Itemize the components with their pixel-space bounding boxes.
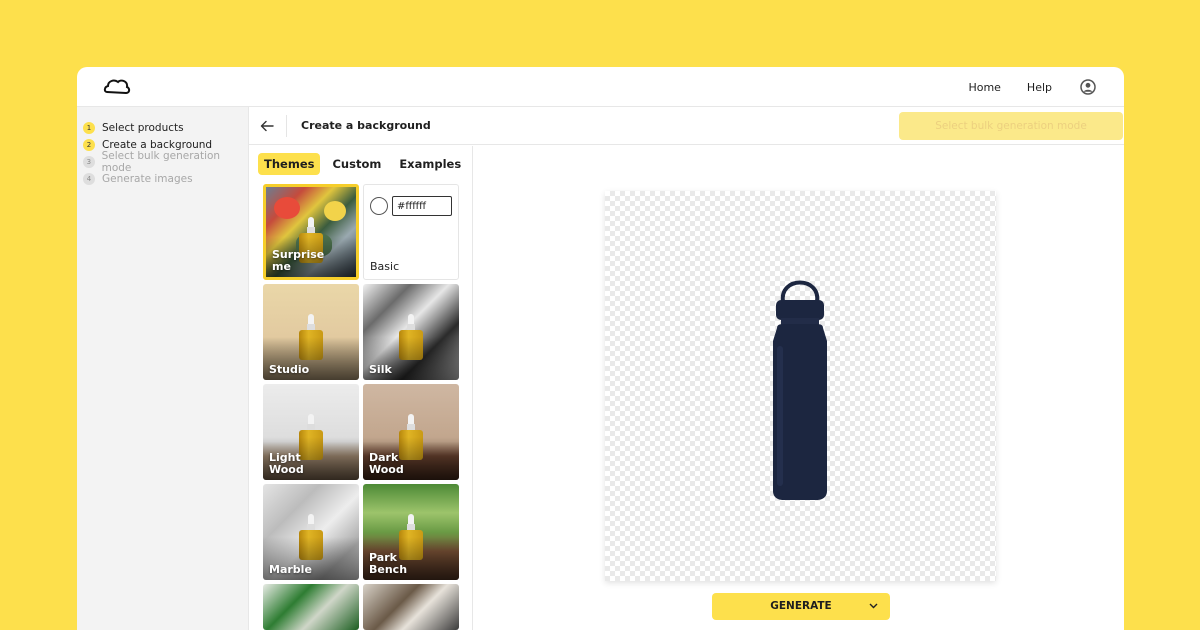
step-number: 3 — [83, 155, 95, 168]
theme-panel: Themes Custom Examples Surprise me Basic — [249, 146, 473, 630]
steps-sidebar: 1 Select products 2 Create a background … — [77, 107, 249, 630]
generate-button[interactable]: GENERATE — [712, 593, 890, 620]
theme-grid: Surprise me Basic Studio Silk Light — [263, 184, 459, 630]
step-number: 4 — [83, 172, 95, 185]
theme-label: Surprise me — [272, 248, 325, 273]
theme-label: Silk — [369, 363, 392, 376]
step-label: Generate images — [102, 172, 193, 185]
back-arrow-icon[interactable] — [259, 118, 275, 134]
theme-tile-light-wood[interactable]: Light Wood — [263, 384, 359, 480]
generate-label: GENERATE — [770, 600, 832, 612]
collage-shape — [274, 197, 300, 219]
step-number: 1 — [83, 121, 95, 134]
theme-tile-surprise-me[interactable]: Surprise me — [263, 184, 359, 280]
step-label: Select bulk generation mode — [101, 149, 221, 174]
tab-themes[interactable]: Themes — [258, 153, 321, 175]
theme-tile-cafe[interactable] — [363, 584, 459, 630]
logo-icon[interactable] — [103, 77, 131, 97]
theme-tile-studio[interactable]: Studio — [263, 284, 359, 380]
tab-examples[interactable]: Examples — [393, 153, 467, 175]
theme-label: Light Wood — [269, 451, 304, 476]
theme-label: Basic — [370, 260, 400, 273]
header-divider — [286, 115, 287, 137]
user-circle-icon[interactable] — [1080, 79, 1096, 95]
nav-help-link[interactable]: Help — [1027, 81, 1052, 94]
page-title: Create a background — [301, 119, 431, 132]
tab-custom[interactable]: Custom — [326, 153, 387, 175]
theme-label: Park Bench — [369, 551, 408, 576]
step-list: 1 Select products 2 Create a background … — [77, 107, 248, 187]
color-swatch[interactable] — [370, 197, 388, 215]
step-label: Select products — [102, 121, 184, 134]
sub-header: Create a background Select bulk generati… — [249, 107, 1124, 145]
theme-tile-marble[interactable]: Marble — [263, 484, 359, 580]
theme-label: Studio — [269, 363, 310, 376]
theme-label: Dark Wood — [369, 451, 404, 476]
transparent-canvas — [605, 191, 996, 581]
theme-tile-dark-wood[interactable]: Dark Wood — [363, 384, 459, 480]
step-number: 2 — [83, 138, 95, 151]
step-select-bulk-mode: 3 Select bulk generation mode — [83, 150, 248, 174]
water-bottle-image — [773, 280, 827, 500]
chevron-down-icon[interactable] — [869, 603, 878, 609]
top-nav: Home Help — [968, 67, 1096, 107]
background-tabs: Themes Custom Examples — [249, 146, 472, 176]
select-bulk-mode-button[interactable]: Select bulk generation mode — [899, 112, 1123, 140]
theme-label: Marble — [269, 563, 312, 576]
theme-tile-silk[interactable]: Silk — [363, 284, 459, 380]
top-bar: Home Help — [77, 67, 1124, 107]
theme-tile-basic[interactable]: Basic — [363, 184, 459, 280]
theme-tile-plants[interactable] — [263, 584, 359, 630]
color-hex-input[interactable] — [392, 196, 452, 216]
nav-home-link[interactable]: Home — [968, 81, 1000, 94]
collage-shape — [324, 201, 346, 221]
step-select-products[interactable]: 1 Select products — [83, 119, 248, 136]
theme-tile-park-bench[interactable]: Park Bench — [363, 484, 459, 580]
preview-area: GENERATE — [474, 146, 1124, 630]
app-window: Home Help 1 Select products 2 Create a b… — [77, 67, 1124, 630]
